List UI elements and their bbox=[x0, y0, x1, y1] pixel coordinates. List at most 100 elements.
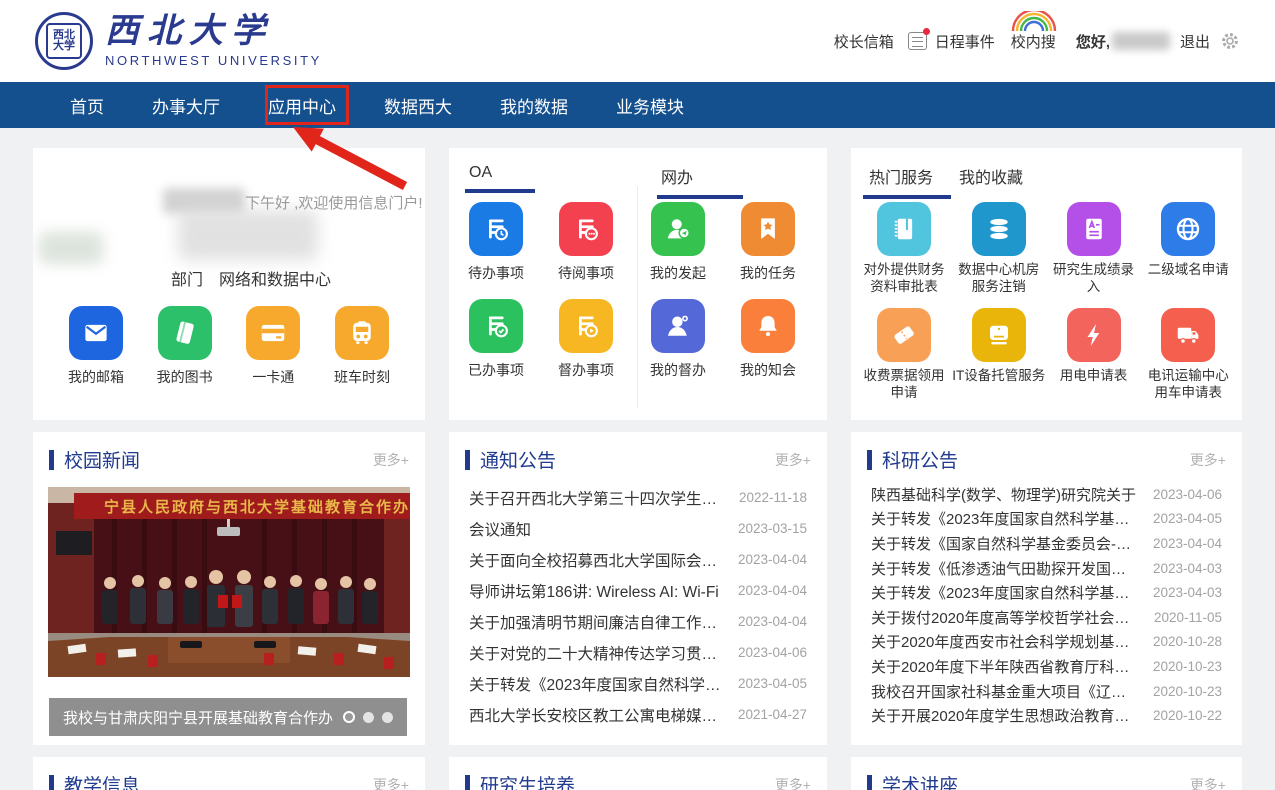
schedule-events-link[interactable]: 日程事件 bbox=[935, 31, 995, 52]
greeting-prefix: 您好, bbox=[1076, 31, 1110, 52]
nav-item-my-data[interactable]: 我的数据 bbox=[500, 93, 568, 118]
campus-search-link[interactable]: 校内搜 bbox=[1011, 31, 1056, 52]
service-receipt-apply[interactable]: 收费票据领用申请 bbox=[857, 308, 951, 402]
nav-item-app-center[interactable]: 应用中心 bbox=[268, 93, 336, 118]
principal-mailbox-link[interactable]: 校长信箱 bbox=[834, 31, 894, 52]
service-transport-vehicle[interactable]: 电讯运输中心用车申请表 bbox=[1141, 308, 1235, 402]
more-link[interactable]: 更多+ bbox=[775, 450, 811, 470]
redacted-user-name bbox=[1112, 32, 1170, 50]
shortcut-campus-card[interactable]: 一卡通 bbox=[234, 306, 312, 387]
service-it-hosting[interactable]: IT设备托管服务 bbox=[952, 308, 1046, 402]
welcome-message: 下午好 ,欢迎使用信息门户! bbox=[245, 192, 423, 213]
service-label: 用电申请表 bbox=[1047, 368, 1141, 385]
service-label: 二级域名申请 bbox=[1141, 262, 1235, 279]
title-accent-bar bbox=[465, 450, 470, 470]
database-icon bbox=[972, 202, 1026, 256]
title-accent-bar bbox=[465, 775, 470, 790]
news-photo[interactable]: 宁县人民政府与西北大学基础教育合作办学签约 bbox=[48, 487, 410, 677]
truck-icon bbox=[1161, 308, 1215, 362]
service-label: 收费票据领用申请 bbox=[857, 368, 951, 402]
carousel-dot-3[interactable] bbox=[382, 712, 393, 723]
teaching-info-card: 教学信息 更多+ bbox=[33, 757, 425, 790]
carousel-dot-2[interactable] bbox=[363, 712, 374, 723]
service-label: IT设备托管服务 bbox=[952, 368, 1046, 385]
nav-item-business-modules[interactable]: 业务模块 bbox=[616, 93, 684, 118]
service-subdomain-apply[interactable]: 二级域名申请 bbox=[1141, 202, 1235, 296]
service-label: 研究生成绩录入 bbox=[1047, 262, 1141, 296]
ticket-icon bbox=[877, 308, 931, 362]
net-item-my-notifications[interactable]: 我的知会 bbox=[729, 299, 807, 380]
rainbow-icon bbox=[1009, 11, 1059, 33]
tab-my-favorites[interactable]: 我的收藏 bbox=[959, 164, 1023, 199]
nav-item-service-hall[interactable]: 办事大厅 bbox=[152, 93, 220, 118]
more-link[interactable]: 更多+ bbox=[1190, 450, 1226, 470]
oa-item-todo[interactable]: 待办事项 bbox=[457, 202, 535, 283]
services-card: 热门服务 我的收藏 对外提供财务资料审批表 数据中心机房服务注销 研究生成绩 bbox=[851, 148, 1242, 420]
research-card: 科研公告 更多+ 陕西基础科学(数学、物理学)研究院关于2023-04-06 关… bbox=[851, 432, 1242, 745]
service-datacenter-cancel[interactable]: 数据中心机房服务注销 bbox=[952, 202, 1046, 296]
calendar-icon[interactable] bbox=[908, 32, 927, 50]
shortcut-label: 班车时刻 bbox=[323, 369, 401, 387]
news-carousel-caption: 我校与甘肃庆阳宁县开展基础教育合作办 bbox=[49, 698, 407, 736]
tab-hot-services[interactable]: 热门服务 bbox=[869, 164, 933, 199]
shortcut-my-books[interactable]: 我的图书 bbox=[146, 306, 224, 387]
net-item-my-supervision[interactable]: 我的督办 bbox=[639, 299, 717, 380]
section-title-lectures: 学术讲座 bbox=[882, 771, 958, 790]
research-row[interactable]: 关于转发《国家自然科学基金委员会-可解2023-04-04 bbox=[871, 531, 1222, 556]
shortcut-shuttle-times[interactable]: 班车时刻 bbox=[323, 306, 401, 387]
carousel-dot-1[interactable] bbox=[343, 711, 355, 723]
research-row[interactable]: 关于转发《2023年度国家自然科学基金委2023-04-03 bbox=[871, 580, 1222, 605]
university-seal-icon: 西北大学 bbox=[35, 12, 93, 70]
net-item-my-initiated[interactable]: 我的发起 bbox=[639, 202, 717, 283]
research-row[interactable]: 陕西基础科学(数学、物理学)研究院关于2023-04-06 bbox=[871, 482, 1222, 507]
research-row[interactable]: 我校召开国家社科基金重大项目《辽宋西夏2020-10-23 bbox=[871, 679, 1222, 704]
net-item-my-tasks[interactable]: 我的任务 bbox=[729, 202, 807, 283]
notice-row[interactable]: 导师讲坛第186讲: Wireless AI: Wi-Fi2023-04-04 bbox=[469, 575, 807, 606]
research-row[interactable]: 关于拨付2020年度高等学校哲学社会科学2020-11-05 bbox=[871, 605, 1222, 630]
notice-row[interactable]: 关于面向全校招募西北大学国际会议志愿者2023-04-04 bbox=[469, 544, 807, 575]
notice-row[interactable]: 会议通知2023-03-15 bbox=[469, 513, 807, 544]
shortcut-my-mail[interactable]: 我的邮箱 bbox=[57, 306, 135, 387]
service-grad-grades[interactable]: 研究生成绩录入 bbox=[1047, 202, 1141, 296]
redacted-photo bbox=[39, 232, 103, 264]
main-content: 下午好 ,欢迎使用信息门户! 部门 网络和数据中心 我的邮箱 我的图书 bbox=[0, 128, 1275, 790]
notice-row[interactable]: 关于召开西北大学第三十四次学生代表大2022-11-18 bbox=[469, 482, 807, 513]
notice-row[interactable]: 关于转发《2023年度国家自然科学基金委2023-04-05 bbox=[469, 668, 807, 699]
globe-icon bbox=[1161, 202, 1215, 256]
notice-row[interactable]: 关于对党的二十大精神传达学习贯彻情况开2023-04-06 bbox=[469, 637, 807, 668]
service-finance-approval[interactable]: 对外提供财务资料审批表 bbox=[857, 202, 951, 296]
settings-gear-icon[interactable] bbox=[1220, 31, 1240, 51]
logout-link[interactable]: 退出 bbox=[1180, 31, 1210, 52]
research-row[interactable]: 关于2020年度西安市社会科学规划基金项2020-10-28 bbox=[871, 630, 1222, 655]
more-link[interactable]: 更多+ bbox=[775, 775, 811, 790]
dept-label: 部门 bbox=[171, 266, 203, 290]
oa-item-to-read[interactable]: 待阅事项 bbox=[547, 202, 625, 283]
redacted-info bbox=[178, 210, 318, 260]
nav-item-data-nwu[interactable]: 数据西大 bbox=[384, 93, 452, 118]
nav-item-home[interactable]: 首页 bbox=[70, 93, 104, 118]
title-accent-bar bbox=[867, 450, 872, 470]
lectures-card: 学术讲座 更多+ bbox=[851, 757, 1242, 790]
research-row[interactable]: 关于转发《2023年度国家自然科学基金委2023-04-05 bbox=[871, 507, 1222, 532]
research-row[interactable]: 关于转发《低渗透油气田勘探开发国家工程2023-04-03 bbox=[871, 556, 1222, 581]
more-link[interactable]: 更多+ bbox=[1190, 775, 1226, 790]
research-row[interactable]: 关于开展2020年度学生思想政治教育工作2020-10-22 bbox=[871, 703, 1222, 728]
service-electricity-apply[interactable]: 用电申请表 bbox=[1047, 308, 1141, 402]
group-title-oa[interactable]: OA bbox=[469, 164, 492, 193]
svg-text:宁县人民政府与西北大学基础教育合作办学签约: 宁县人民政府与西北大学基础教育合作办学签约 bbox=[104, 498, 410, 516]
research-row[interactable]: 关于2020年度下半年陕西省教育厅科研计2020-10-23 bbox=[871, 654, 1222, 679]
group-title-online[interactable]: 网办 bbox=[661, 164, 693, 199]
notice-row[interactable]: 关于加强清明节期间廉洁自律工作的通知2023-04-04 bbox=[469, 606, 807, 637]
dept-value: 网络和数据中心 bbox=[219, 266, 331, 290]
carousel-caption-text[interactable]: 我校与甘肃庆阳宁县开展基础教育合作办 bbox=[63, 707, 333, 728]
section-title-research: 科研公告 bbox=[882, 446, 958, 473]
oa-item-supervised[interactable]: 督办事项 bbox=[547, 299, 625, 380]
oa-item-done[interactable]: 已办事项 bbox=[457, 299, 535, 380]
graduate-training-card: 研究生培养 更多+ bbox=[449, 757, 827, 790]
university-logo[interactable]: 西北大学 西北大学 NORTHWEST UNIVERSITY bbox=[35, 12, 322, 70]
more-link[interactable]: 更多+ bbox=[373, 450, 409, 470]
more-link[interactable]: 更多+ bbox=[373, 775, 409, 790]
shortcut-label: 一卡通 bbox=[234, 369, 312, 387]
service-label: 对外提供财务资料审批表 bbox=[857, 262, 951, 296]
notice-row[interactable]: 西北大学长安校区教工公寓电梯媒体宣传报2021-04-27 bbox=[469, 699, 807, 730]
